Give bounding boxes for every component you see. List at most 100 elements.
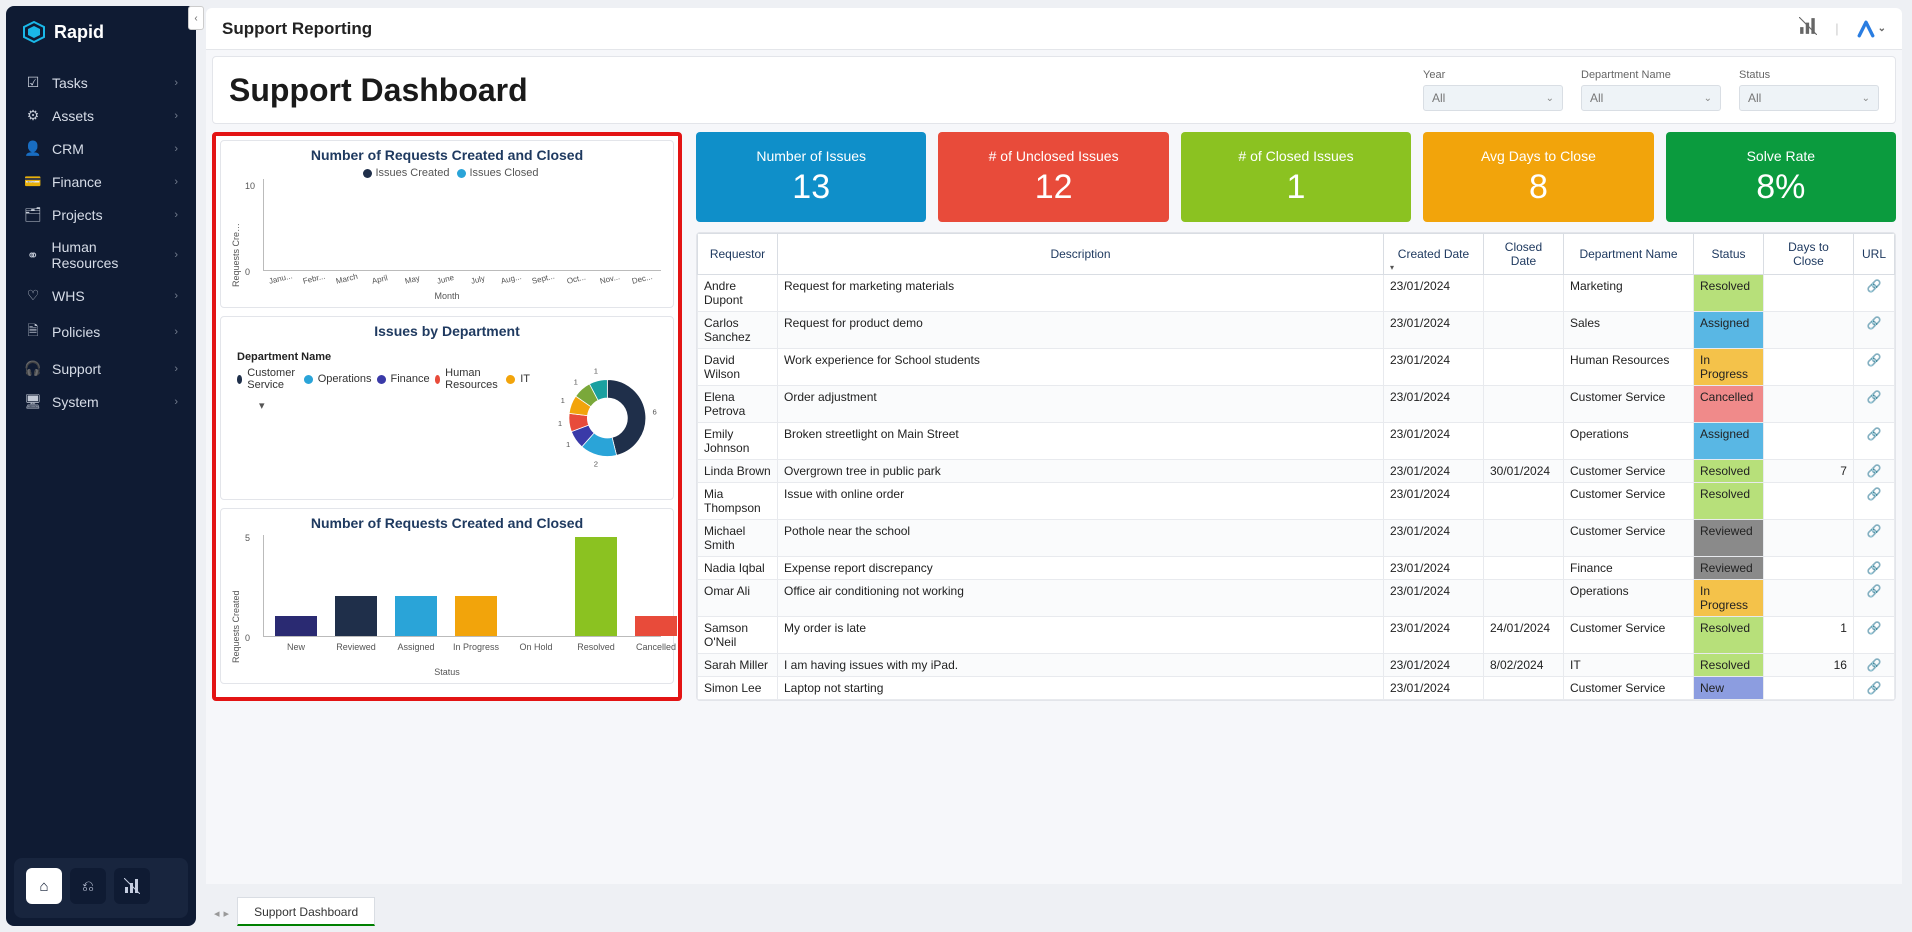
filter-year-select[interactable]: All⌄ xyxy=(1423,85,1563,111)
kpi-label: # of Unclosed Issues xyxy=(989,148,1119,164)
table-row[interactable]: Nadia IqbalExpense report discrepancy23/… xyxy=(698,557,1895,580)
status-badge: Reviewed xyxy=(1693,520,1763,557)
chart2-title: Issues by Department xyxy=(229,323,665,339)
link-icon[interactable]: 🔗 xyxy=(1853,312,1894,349)
sidebar-item-whs[interactable]: ♡WHS› xyxy=(12,279,190,312)
kpi--of-unclosed-issues: # of Unclosed Issues12 xyxy=(938,132,1168,222)
status-badge: Assigned xyxy=(1693,423,1763,460)
filter-status-label: Status xyxy=(1739,69,1879,81)
sidebar-item-crm[interactable]: 👤CRM› xyxy=(12,132,190,165)
sidebar-item-human-resources[interactable]: ⚭Human Resources› xyxy=(12,231,190,279)
table-row[interactable]: Emily JohnsonBroken streetlight on Main … xyxy=(698,423,1895,460)
table-row[interactable]: Omar AliOffice air conditioning not work… xyxy=(698,580,1895,617)
table-row[interactable]: Michael SmithPothole near the school23/0… xyxy=(698,520,1895,557)
link-icon[interactable]: 🔗 xyxy=(1853,423,1894,460)
chevron-right-icon: › xyxy=(174,77,178,89)
brand-name: Rapid xyxy=(54,22,104,43)
link-icon[interactable]: 🔗 xyxy=(1853,386,1894,423)
link-icon[interactable]: 🔗 xyxy=(1853,275,1894,312)
sidebar-item-label: WHS xyxy=(52,288,85,304)
status-badge: Reviewed xyxy=(1693,557,1763,580)
nav-icon: ♡ xyxy=(24,287,42,304)
link-icon[interactable]: 🔗 xyxy=(1853,349,1894,386)
table-header-url[interactable]: URL xyxy=(1853,234,1894,275)
table-row[interactable]: Sarah MillerI am having issues with my i… xyxy=(698,654,1895,677)
filter-year-label: Year xyxy=(1423,69,1563,81)
topbar-title: Support Reporting xyxy=(222,19,372,39)
sidebar-item-label: Projects xyxy=(52,207,103,223)
table-row[interactable]: Elena PetrovaOrder adjustment23/01/2024C… xyxy=(698,386,1895,423)
link-icon[interactable]: 🔗 xyxy=(1853,520,1894,557)
link-icon[interactable]: 🔗 xyxy=(1853,483,1894,520)
tab-prev-icon[interactable]: ◂ xyxy=(214,907,220,920)
sidebar-item-projects[interactable]: 🗂Projects› xyxy=(12,198,190,231)
link-icon[interactable]: 🔗 xyxy=(1853,654,1894,677)
link-icon[interactable]: 🔗 xyxy=(1853,580,1894,617)
table-row[interactable]: David WilsonWork experience for School s… xyxy=(698,349,1895,386)
sidebar-item-tasks[interactable]: ☑Tasks› xyxy=(12,66,190,99)
chevron-right-icon: › xyxy=(174,396,178,408)
link-icon[interactable]: 🔗 xyxy=(1853,677,1894,700)
table-header-days-to-close[interactable]: Days to Close xyxy=(1763,234,1853,275)
tab-support-dashboard[interactable]: Support Dashboard xyxy=(237,897,375,926)
nav-icon: ⚭ xyxy=(24,247,42,264)
bar xyxy=(455,596,497,636)
status-badge: Resolved xyxy=(1693,483,1763,520)
sidebar-item-label: CRM xyxy=(52,141,84,157)
bar xyxy=(335,596,377,636)
filter-status-select[interactable]: All⌄ xyxy=(1739,85,1879,111)
link-icon[interactable]: 🔗 xyxy=(1853,460,1894,483)
chart-requests-by-month: Number of Requests Created and Closed Is… xyxy=(220,140,674,308)
footer-home-button[interactable]: ⌂ xyxy=(26,868,62,904)
table-row[interactable]: Carlos SanchezRequest for product demo23… xyxy=(698,312,1895,349)
brand-icon xyxy=(22,20,46,44)
table-header-closed-date[interactable]: Closed Date xyxy=(1483,234,1563,275)
sidebar-item-support[interactable]: 🎧Support› xyxy=(12,352,190,385)
status-badge: Resolved xyxy=(1693,617,1763,654)
topbar-chart-icon[interactable] xyxy=(1799,17,1817,40)
filter-department-select[interactable]: All⌄ xyxy=(1581,85,1721,111)
donut-chart: 6211111 xyxy=(542,343,665,493)
footer-diagram-button[interactable]: ⎌ xyxy=(70,868,106,904)
kpi-avg-days-to-close: Avg Days to Close8 xyxy=(1423,132,1653,222)
chart2-legend-more[interactable]: ▾ xyxy=(259,399,530,412)
sidebar-item-assets[interactable]: ⚙Assets› xyxy=(12,99,190,132)
table-header-created-date[interactable]: Created Date▾ xyxy=(1383,234,1483,275)
nav-icon: 🗂 xyxy=(24,206,42,223)
chart-requests-by-status: Number of Requests Created and Closed Re… xyxy=(220,508,674,684)
chart3-xlabel: Status xyxy=(229,667,665,677)
topbar-logo-icon[interactable]: ⌄ xyxy=(1857,20,1886,38)
status-badge: Resolved xyxy=(1693,460,1763,483)
link-icon[interactable]: 🔗 xyxy=(1853,557,1894,580)
status-badge: In Progress xyxy=(1693,580,1763,617)
nav-icon: 💳 xyxy=(24,173,42,190)
footer-chart-button[interactable] xyxy=(114,868,150,904)
table-header-description[interactable]: Description xyxy=(778,234,1384,275)
link-icon[interactable]: 🔗 xyxy=(1853,617,1894,654)
chart3-title: Number of Requests Created and Closed xyxy=(229,515,665,531)
sidebar-item-policies[interactable]: 🗎Policies› xyxy=(12,312,190,352)
table-header-requestor[interactable]: Requestor xyxy=(698,234,778,275)
table-row[interactable]: Samson O'NeilMy order is late23/01/20242… xyxy=(698,617,1895,654)
table-header-status[interactable]: Status xyxy=(1693,234,1763,275)
sidebar-item-system[interactable]: 🖥System› xyxy=(12,385,190,418)
sidebar: ‹ Rapid ☑Tasks›⚙Assets›👤CRM›💳Finance›🗂Pr… xyxy=(6,6,196,926)
table-row[interactable]: Mia ThompsonIssue with online order23/01… xyxy=(698,483,1895,520)
page-title: Support Dashboard xyxy=(223,72,528,109)
tab-next-icon[interactable]: ▸ xyxy=(224,907,230,920)
svg-text:1: 1 xyxy=(594,367,598,376)
chevron-down-icon: ⌄ xyxy=(1546,93,1554,104)
nav-icon: 🖥 xyxy=(24,393,42,410)
table-row[interactable]: Simon LeeLaptop not starting23/01/2024Cu… xyxy=(698,677,1895,700)
table-row[interactable]: Andre DupontRequest for marketing materi… xyxy=(698,275,1895,312)
status-badge: Resolved xyxy=(1693,275,1763,312)
sidebar-collapse-button[interactable]: ‹ xyxy=(188,6,204,30)
table-header-department-name[interactable]: Department Name xyxy=(1563,234,1693,275)
sidebar-item-label: Assets xyxy=(52,108,94,124)
chevron-right-icon: › xyxy=(174,176,178,188)
chart-issues-by-department: Issues by Department Department Name Cus… xyxy=(220,316,674,500)
table-row[interactable]: Linda BrownOvergrown tree in public park… xyxy=(698,460,1895,483)
sidebar-item-finance[interactable]: 💳Finance› xyxy=(12,165,190,198)
kpi-value: 8% xyxy=(1756,168,1805,207)
chart1-ylabel: Requests Cre… xyxy=(229,179,243,289)
